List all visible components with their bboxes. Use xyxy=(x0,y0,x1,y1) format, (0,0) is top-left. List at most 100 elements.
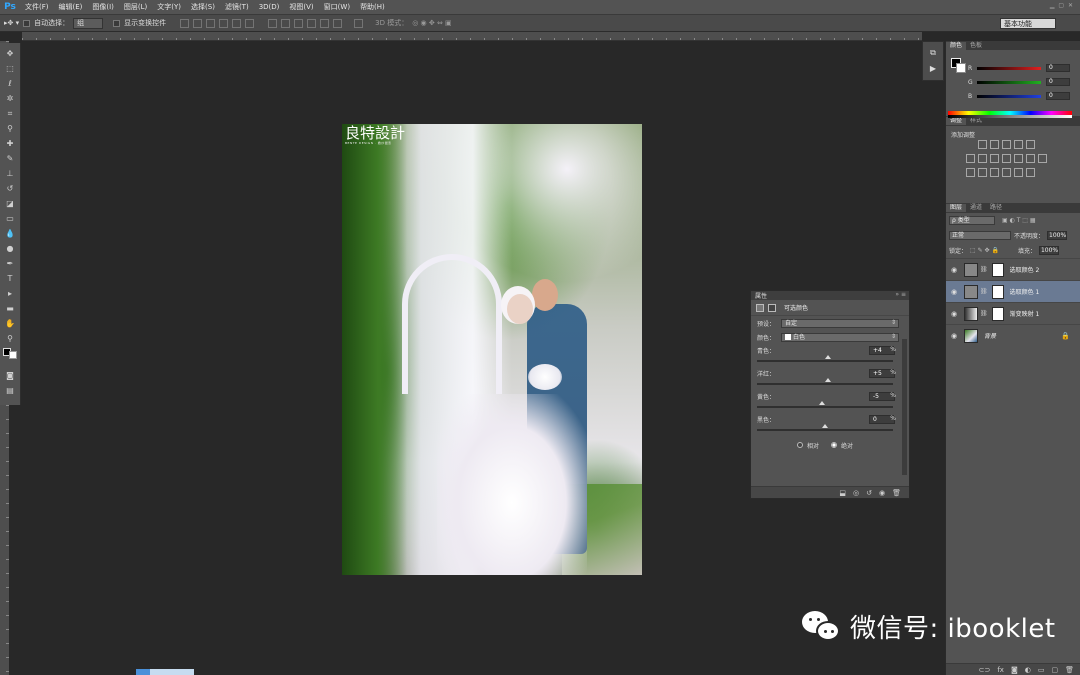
lasso-tool-icon[interactable]: ℓ xyxy=(4,78,16,89)
relative-radio[interactable] xyxy=(797,442,803,448)
properties-scrollbar[interactable] xyxy=(902,339,907,475)
panel-menu-icon[interactable]: » ≡ xyxy=(895,291,906,298)
clone-stamp-tool-icon[interactable]: ⊥ xyxy=(4,168,16,179)
align-vcenter-icon[interactable] xyxy=(193,18,203,28)
menu-item[interactable]: 3D(D) xyxy=(254,0,285,14)
3d-tools-icon[interactable]: ◎ ◉ ✥ ⇔ ▣ xyxy=(412,19,451,27)
channel-mixer-icon[interactable] xyxy=(1014,154,1023,163)
brightness-icon[interactable] xyxy=(978,140,987,149)
rectangle-tool-icon[interactable]: ▬ xyxy=(4,303,16,314)
lock-icons[interactable]: ⬚ ✎ ✥ 🔒 xyxy=(970,247,999,254)
link-layers-icon[interactable]: ⊂⊃ xyxy=(979,666,991,674)
blend-mode-dropdown[interactable]: 正常 xyxy=(949,231,1011,240)
properties-tab[interactable]: 属性 xyxy=(755,291,767,300)
menu-item[interactable]: 选择(S) xyxy=(186,0,220,14)
screen-mode-icon[interactable]: ▤ xyxy=(4,385,16,396)
layer-row[interactable]: ◉ ⛓ 选取颜色 2 xyxy=(946,258,1080,280)
channel-slider[interactable] xyxy=(977,66,1041,70)
layer-filter-dropdown[interactable]: ρ 类型 xyxy=(949,216,995,225)
layers-tab[interactable]: 图层 xyxy=(946,204,967,212)
delete-icon[interactable]: 🗑 xyxy=(892,489,901,497)
marquee-tool-icon[interactable]: ⬚ xyxy=(4,63,16,74)
menu-item[interactable]: 编辑(E) xyxy=(54,0,88,14)
add-mask-icon[interactable]: ◙ xyxy=(1011,666,1018,674)
auto-select-checkbox[interactable] xyxy=(23,19,31,27)
mask-icon[interactable] xyxy=(768,303,776,312)
distribute-vcenter-icon[interactable] xyxy=(281,18,291,28)
fill-input[interactable]: 100% xyxy=(1038,246,1059,255)
layer-row[interactable]: ◉ ⛓ 渐变映射 1 xyxy=(946,302,1080,324)
align-top-icon[interactable] xyxy=(180,18,190,28)
visibility-icon[interactable]: ◉ xyxy=(879,489,885,497)
styles-tab[interactable]: 样式 xyxy=(966,117,986,125)
menu-item[interactable]: 文件(F) xyxy=(20,0,54,14)
adjustments-tab[interactable]: 调整 xyxy=(946,117,967,125)
path-selection-tool-icon[interactable]: ▸ xyxy=(4,288,16,299)
color-balance-icon[interactable] xyxy=(978,154,987,163)
paths-tab[interactable]: 路径 xyxy=(986,204,1006,212)
hand-tool-icon[interactable]: ✋ xyxy=(4,318,16,329)
exposure-icon[interactable] xyxy=(1014,140,1023,149)
opacity-input[interactable]: 100% xyxy=(1047,231,1068,240)
invert-icon[interactable] xyxy=(1038,154,1047,163)
slider-track[interactable] xyxy=(757,401,893,408)
view-previous-icon[interactable]: ◎ xyxy=(853,489,859,497)
chain-link-icon[interactable]: ⛓ xyxy=(980,288,988,295)
eye-icon[interactable]: ◉ xyxy=(946,310,962,318)
dodge-tool-icon[interactable]: ● xyxy=(4,243,16,254)
shadows-icon[interactable] xyxy=(1014,168,1023,177)
new-layer-icon[interactable]: ▢ xyxy=(1051,666,1058,674)
bg-color-swatch[interactable] xyxy=(956,63,966,73)
delete-layer-icon[interactable]: 🗑 xyxy=(1065,666,1074,674)
auto-align-icon[interactable] xyxy=(354,18,364,28)
align-right-icon[interactable] xyxy=(245,18,255,28)
gradient-map-icon[interactable] xyxy=(990,168,999,177)
layer-mask-thumbnail[interactable] xyxy=(991,284,1004,299)
layer-row[interactable]: ◉ 背景 🔒 xyxy=(946,324,1080,346)
menu-item[interactable]: 图层(L) xyxy=(119,0,152,14)
workspace-dropdown[interactable]: 基本功能 xyxy=(1000,18,1056,29)
color-lookup-icon[interactable] xyxy=(1026,154,1035,163)
taskbar-item[interactable] xyxy=(136,669,194,675)
history-icon[interactable]: ⧉ xyxy=(930,48,936,58)
gradient-tool-icon[interactable]: ▭ xyxy=(4,213,16,224)
slider-thumb[interactable] xyxy=(825,378,832,382)
eraser-tool-icon[interactable]: ◪ xyxy=(4,198,16,209)
menu-item[interactable]: 文字(Y) xyxy=(152,0,186,14)
healing-brush-tool-icon[interactable]: ✚ xyxy=(4,138,16,149)
layer-mask-thumbnail[interactable] xyxy=(991,306,1004,321)
pen-tool-icon[interactable]: ✒ xyxy=(4,258,16,269)
color-swatches[interactable] xyxy=(3,348,17,366)
document-canvas[interactable]: 良特設計 BENTE DESIGN · 婚纱摄影 xyxy=(342,124,642,575)
quick-mask-icon[interactable]: ◙ xyxy=(4,370,16,381)
color-tab[interactable]: 颜色 xyxy=(946,42,967,50)
layer-filter-icons[interactable]: ▣ ◐ T ⬚ ▦ xyxy=(1002,217,1036,224)
channel-value-input[interactable]: 0 xyxy=(1046,92,1070,100)
new-adjustment-icon[interactable]: ◐ xyxy=(1025,666,1031,674)
menu-item[interactable]: 帮助(H) xyxy=(355,0,390,14)
hdr-icon[interactable] xyxy=(1026,168,1035,177)
vibrance-icon[interactable] xyxy=(1026,140,1035,149)
crop-tool-icon[interactable]: ⌗ xyxy=(4,108,16,119)
slider-track[interactable] xyxy=(757,378,893,385)
distribute-top-icon[interactable] xyxy=(268,18,278,28)
curves-icon[interactable] xyxy=(1002,140,1011,149)
slider-thumb[interactable] xyxy=(824,355,831,359)
clip-to-layer-icon[interactable]: ⬓ xyxy=(839,489,846,497)
hue-saturation-icon[interactable] xyxy=(966,154,975,163)
absolute-radio[interactable] xyxy=(831,442,838,448)
eyedropper-tool-icon[interactable]: ⚲ xyxy=(4,123,16,134)
channel-value-input[interactable]: 0 xyxy=(1046,64,1070,72)
show-transform-checkbox[interactable] xyxy=(113,19,121,27)
selective-color-icon[interactable] xyxy=(1002,168,1011,177)
colors-dropdown[interactable]: 白色 xyxy=(781,332,899,342)
levels-icon[interactable] xyxy=(990,140,999,149)
distribute-left-icon[interactable] xyxy=(307,18,317,28)
distribute-hcenter-icon[interactable] xyxy=(320,18,330,28)
channel-slider[interactable] xyxy=(977,94,1041,98)
channel-value-input[interactable]: 0 xyxy=(1046,78,1070,86)
swatches-tab[interactable]: 色板 xyxy=(966,42,986,50)
black-white-icon[interactable] xyxy=(990,154,999,163)
align-bottom-icon[interactable] xyxy=(206,18,216,28)
threshold-icon[interactable] xyxy=(978,168,987,177)
